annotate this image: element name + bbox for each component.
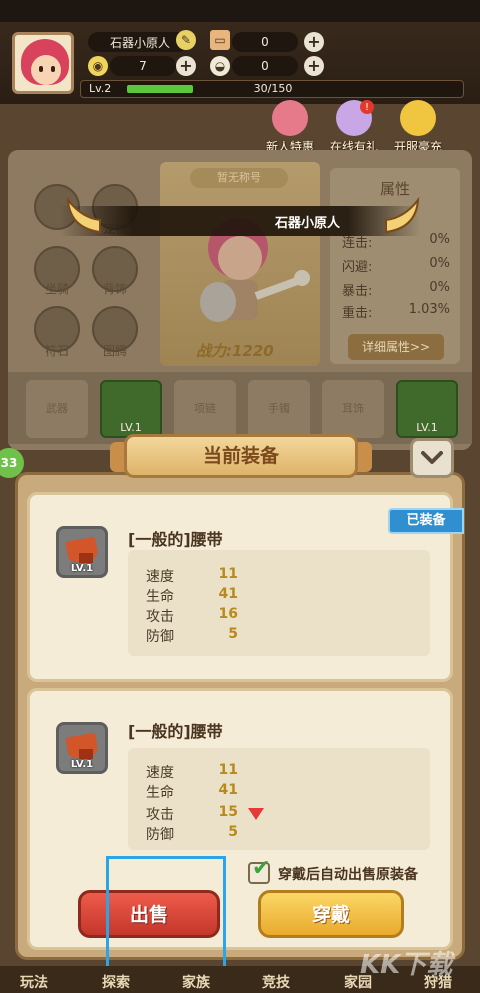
new-item-level: LV.1: [70, 759, 94, 770]
stat-name: 生命: [146, 589, 174, 605]
stat-name: 速度: [146, 765, 174, 781]
stat-name: 攻击: [146, 807, 174, 823]
bracelet-slot[interactable]: 手镯: [248, 380, 310, 438]
nav-play[interactable]: 玩法: [20, 972, 48, 992]
stat-value: 5: [228, 626, 238, 642]
nav-family[interactable]: 家族: [182, 972, 210, 992]
character-portrait: [160, 162, 320, 366]
current-belt-icon[interactable]: LV.1: [56, 526, 108, 578]
ticket-pill: 0: [232, 32, 298, 52]
stat-value: 11: [218, 566, 238, 582]
attr-value: 0%: [429, 280, 450, 295]
equipped-slot[interactable]: LV.1: [396, 380, 458, 438]
popup-title: 当前装备: [124, 434, 358, 478]
character-name: 石器小原人: [274, 216, 340, 231]
coin-value: 7: [139, 59, 147, 73]
title-tag: 暂无称号: [190, 168, 288, 188]
rice-icon: ◒: [210, 56, 230, 76]
stat-value: 16: [218, 606, 238, 622]
nav-explore[interactable]: 探索: [102, 972, 130, 992]
new-belt-icon[interactable]: LV.1: [56, 722, 108, 774]
status-strip: [0, 0, 480, 22]
weapon-slot-label: 武器: [46, 402, 68, 415]
stat-name: 速度: [146, 569, 174, 585]
attr-name: 重击:: [342, 306, 373, 321]
coin-pill: 7: [110, 56, 176, 76]
attr-row: 闪避: 0%: [342, 256, 450, 275]
back-slot-label: 背饰: [102, 282, 127, 296]
stat-value: 5: [228, 824, 238, 840]
watermark: KK下载: [360, 950, 453, 980]
add-coin-button[interactable]: +: [176, 56, 196, 76]
stat-value: 11: [218, 762, 238, 778]
auto-sell-label: 穿戴后自动出售原装备: [278, 867, 418, 883]
player-name: 石器小原人: [110, 35, 171, 50]
ticket-icon: ▭: [210, 30, 230, 50]
character-name-bar: 石器小原人: [60, 206, 420, 236]
player-name-pill: 石器小原人: [88, 32, 188, 52]
mount-slot-label: 坐骑: [44, 282, 69, 296]
slot-level: LV.1: [120, 421, 142, 434]
weapon-slot[interactable]: 武器: [26, 380, 88, 438]
stat-name: 防御: [146, 827, 174, 843]
wear-button[interactable]: 穿戴: [258, 890, 404, 938]
attr-row: 重击: 1.03%: [342, 302, 450, 321]
attr-name: 闪避:: [342, 260, 373, 275]
right-horn-icon: [385, 196, 420, 234]
attr-value: 0%: [429, 232, 450, 247]
attr-name: 暴击:: [342, 284, 373, 299]
stat-value: 15: [218, 804, 238, 820]
rune-slot-label: 符石: [44, 344, 69, 358]
stat-name: 防御: [146, 629, 174, 645]
decrease-arrow-icon: [248, 808, 264, 820]
necklace-slot[interactable]: 项链: [174, 380, 236, 438]
character-figure-icon: [200, 218, 310, 322]
chevron-down-icon: [421, 451, 443, 464]
stat-value: 41: [218, 782, 238, 798]
add-ticket-button[interactable]: +: [304, 32, 324, 52]
stat-name: 攻击: [146, 609, 174, 625]
notification-badge: !: [360, 100, 374, 114]
slot-level: LV.1: [416, 421, 438, 434]
nav-arena[interactable]: 竞技: [262, 972, 290, 992]
earring-slot[interactable]: 耳饰: [322, 380, 384, 438]
left-horn-icon: [66, 196, 101, 234]
xp-bar: Lv.2 30/150: [80, 80, 464, 98]
newbie-offer-button[interactable]: 新人特惠: [258, 100, 322, 156]
xp-text: 30/150: [253, 82, 293, 95]
feather-icon: ✎: [176, 30, 196, 50]
player-avatar[interactable]: [12, 32, 74, 94]
detail-attributes-button[interactable]: 详细属性>>: [348, 334, 444, 360]
new-item-name: [一般的]腰带: [128, 722, 223, 741]
checkmark-icon: ✔: [252, 856, 271, 881]
add-rice-button[interactable]: +: [304, 56, 324, 76]
coin-icon: ◉: [88, 56, 108, 76]
attr-row: 暴击: 0%: [342, 280, 450, 299]
collapse-button[interactable]: [410, 438, 454, 478]
ticket-value: 0: [261, 35, 269, 49]
equipped-slot[interactable]: LV.1: [100, 380, 162, 438]
rice-pill: 0: [232, 56, 298, 76]
necklace-slot-label: 项链: [194, 402, 216, 415]
equipped-tag: 已装备: [388, 508, 464, 534]
attr-value: 1.03%: [408, 302, 450, 317]
highlight-box: [106, 856, 226, 974]
current-item-name: [一般的]腰带: [128, 530, 223, 549]
online-gift-button[interactable]: ! 在线有礼: [322, 100, 386, 156]
earring-slot-label: 耳饰: [342, 402, 364, 415]
stat-name: 生命: [146, 785, 174, 801]
attr-value: 0%: [429, 256, 450, 271]
rice-value: 0: [261, 59, 269, 73]
server-recharge-button[interactable]: 开服豪充: [386, 100, 450, 156]
current-item-level: LV.1: [70, 563, 94, 574]
combat-power: 战力:1220: [196, 342, 274, 360]
stat-value: 41: [218, 586, 238, 602]
bracelet-slot-label: 手镯: [268, 402, 290, 415]
totem-slot-label: 图腾: [102, 344, 127, 358]
